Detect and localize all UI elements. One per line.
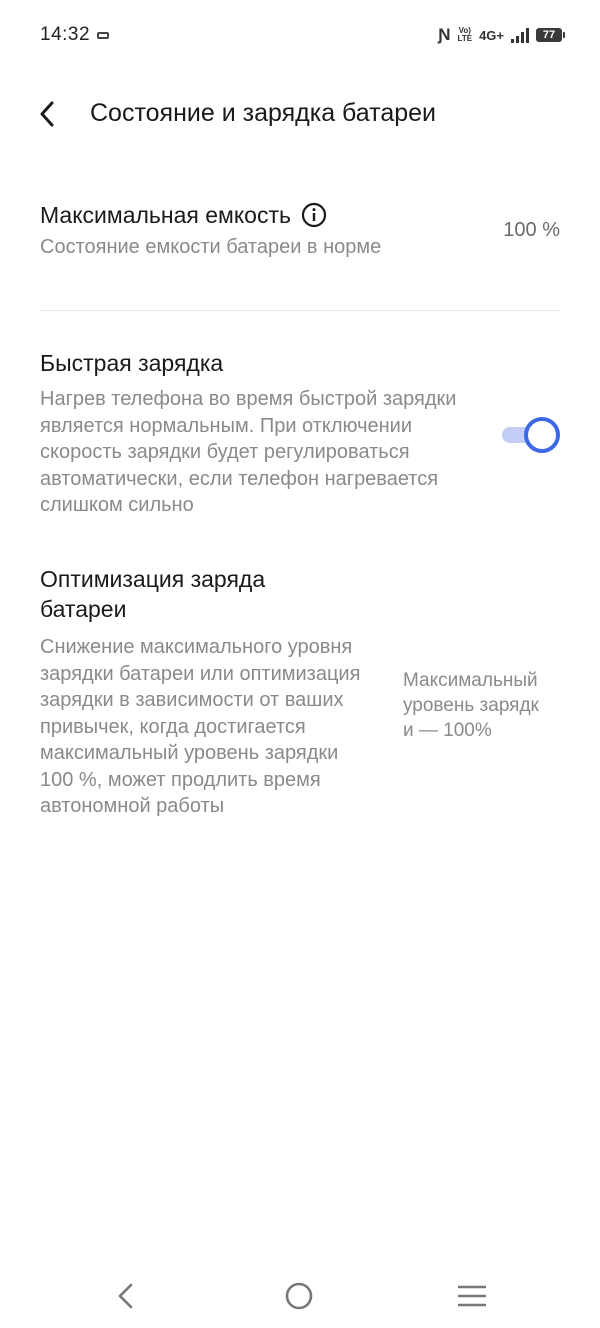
- max-capacity-row[interactable]: Максимальная емкость Состояние емкости б…: [40, 200, 560, 270]
- fast-charging-toggle[interactable]: [500, 417, 560, 453]
- battery-icon: 77: [536, 28, 565, 42]
- nav-menu-icon[interactable]: [458, 1284, 486, 1308]
- back-button[interactable]: [30, 96, 66, 132]
- toggle-knob: [524, 417, 560, 453]
- fast-charging-description: Нагрев телефона во время быстрой зарядки…: [40, 388, 457, 516]
- status-bar: 14:32 Ɲ Vo) LTE 4G+ 77: [0, 0, 600, 70]
- volte-icon: Vo) LTE: [458, 27, 473, 43]
- nav-back-icon[interactable]: [110, 1280, 142, 1312]
- nfc-icon: Ɲ: [438, 25, 451, 44]
- page-title: Состояние и зарядка батареи: [90, 99, 436, 127]
- divider: [40, 310, 560, 311]
- header: Состояние и зарядка батареи: [0, 84, 600, 144]
- network-type-label: 4G+: [479, 27, 504, 43]
- charge-optimization-description: Снижение максимального уровня зарядки ба…: [40, 636, 361, 817]
- navigation-bar: [0, 1262, 600, 1328]
- chevron-left-icon: [40, 101, 54, 127]
- info-icon[interactable]: [301, 202, 327, 228]
- screen-record-icon: [97, 32, 109, 39]
- max-capacity-description: Состояние емкости батареи в норме: [40, 236, 382, 258]
- nav-home-icon[interactable]: [284, 1281, 314, 1311]
- fast-charging-title: Быстрая зарядка: [40, 350, 224, 376]
- signal-icon: [511, 27, 529, 43]
- max-capacity-title: Максимальная емкость: [40, 202, 291, 228]
- status-time: 14:32: [40, 24, 91, 45]
- status-icons: Ɲ Vo) LTE 4G+ 77: [438, 24, 565, 46]
- charge-optimization-row[interactable]: Оптимизация заряда батареи Снижение макс…: [40, 564, 560, 874]
- volte-bottom-label: LTE: [457, 34, 473, 43]
- battery-level: 77: [542, 29, 556, 41]
- max-capacity-value: 100 %: [503, 219, 560, 241]
- fast-charging-row[interactable]: Быстрая зарядка Нагрев телефона во время…: [40, 348, 560, 523]
- charge-optimization-value: Максимальный уровень зарядки — 100%: [403, 670, 539, 741]
- charge-optimization-title: Оптимизация заряда батареи: [40, 566, 266, 622]
